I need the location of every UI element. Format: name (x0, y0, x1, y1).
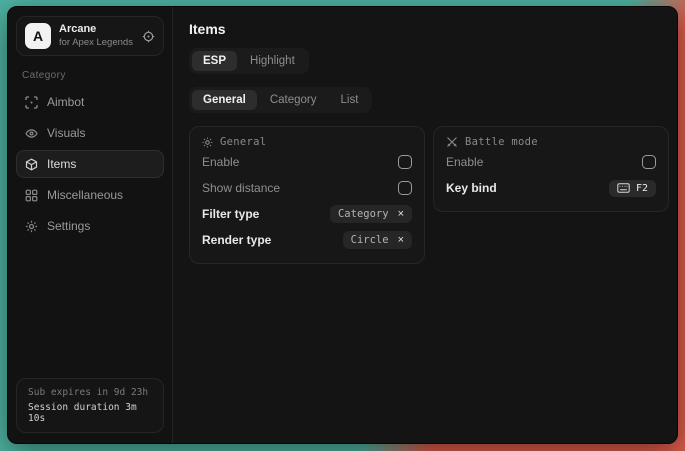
sidebar-item-label: Miscellaneous (47, 188, 123, 202)
main-content: Items ESP Highlight General Category Lis… (173, 7, 678, 443)
crosshair-icon[interactable] (142, 30, 155, 43)
setting-label: Enable (446, 155, 483, 169)
sidebar: A Arcane for Apex Legends Category (8, 7, 173, 443)
aimbot-scan-icon (25, 96, 38, 109)
battle-mode-panel-title: Battle mode (465, 136, 538, 148)
sidebar-item-label: Items (47, 157, 76, 171)
setting-row-show-distance: Show distance (202, 176, 412, 200)
setting-label: Filter type (202, 207, 259, 221)
render-type-dropdown[interactable]: Circle × (343, 231, 412, 249)
filter-type-dropdown[interactable]: Category × (330, 205, 412, 223)
sidebar-item-items[interactable]: Items (16, 150, 164, 178)
setting-label: Enable (202, 155, 239, 169)
sub-expires-text: Sub expires in 9d 23h (28, 387, 152, 398)
sidebar-category-label: Category (22, 70, 164, 81)
setting-row-enable: Enable (202, 150, 412, 174)
sidebar-item-visuals[interactable]: Visuals (16, 119, 164, 147)
enable-checkbox[interactable] (398, 155, 412, 169)
setting-row-enable: Enable (446, 150, 656, 174)
subscription-info-card: Sub expires in 9d 23h Session duration 3… (16, 378, 164, 433)
sub-tab-group: General Category List (189, 87, 372, 113)
app-subtitle: for Apex Legends (59, 37, 134, 48)
page-title: Items (189, 21, 669, 37)
miscellaneous-grid-icon (25, 189, 38, 202)
app-name: Arcane (59, 23, 134, 36)
tab-highlight[interactable]: Highlight (239, 51, 306, 71)
general-panel: General Enable Show distance Filter type… (189, 126, 425, 264)
app-logo: A (25, 23, 51, 49)
filter-type-value: Category (338, 208, 389, 220)
setting-label: Render type (202, 233, 271, 247)
setting-row-filter-type: Filter type Category × (202, 202, 412, 226)
items-box-icon (25, 158, 38, 171)
setting-row-render-type: Render type Circle × (202, 228, 412, 252)
sidebar-item-settings[interactable]: Settings (16, 212, 164, 240)
setting-row-key-bind: Key bind F2 (446, 176, 656, 200)
sidebar-item-aimbot[interactable]: Aimbot (16, 88, 164, 116)
clear-icon[interactable]: × (398, 209, 404, 220)
brand-text: Arcane for Apex Legends (59, 23, 134, 49)
setting-label: Show distance (202, 181, 280, 195)
render-type-value: Circle (351, 234, 389, 246)
battle-mode-panel-header: Battle mode (446, 136, 656, 148)
tab-list[interactable]: List (330, 90, 370, 110)
sidebar-item-label: Aimbot (47, 95, 84, 109)
app-window: A Arcane for Apex Legends Category (7, 6, 678, 444)
setting-label: Key bind (446, 181, 497, 195)
crossed-swords-icon (446, 136, 458, 148)
brand-card: A Arcane for Apex Legends (16, 16, 164, 56)
key-bind-value: F2 (636, 183, 648, 194)
sidebar-item-label: Visuals (47, 126, 85, 140)
show-distance-checkbox[interactable] (398, 181, 412, 195)
keyboard-icon (617, 183, 630, 193)
general-panel-header: General (202, 136, 412, 148)
tab-esp[interactable]: ESP (192, 51, 237, 71)
battle-enable-checkbox[interactable] (642, 155, 656, 169)
key-bind-button[interactable]: F2 (609, 180, 656, 197)
tab-category[interactable]: Category (259, 90, 328, 110)
sidebar-item-label: Settings (47, 219, 90, 233)
sun-icon (202, 137, 213, 148)
sidebar-item-miscellaneous[interactable]: Miscellaneous (16, 181, 164, 209)
settings-gear-icon (25, 220, 38, 233)
general-panel-title: General (220, 136, 266, 148)
clear-icon[interactable]: × (398, 235, 404, 246)
panels-row: General Enable Show distance Filter type… (189, 126, 669, 264)
battle-mode-panel: Battle mode Enable Key bind (433, 126, 669, 212)
tab-general[interactable]: General (192, 90, 257, 110)
session-duration-text: Session duration 3m 10s (28, 402, 152, 424)
mode-tab-group: ESP Highlight (189, 48, 309, 74)
visuals-eye-icon (25, 127, 38, 140)
